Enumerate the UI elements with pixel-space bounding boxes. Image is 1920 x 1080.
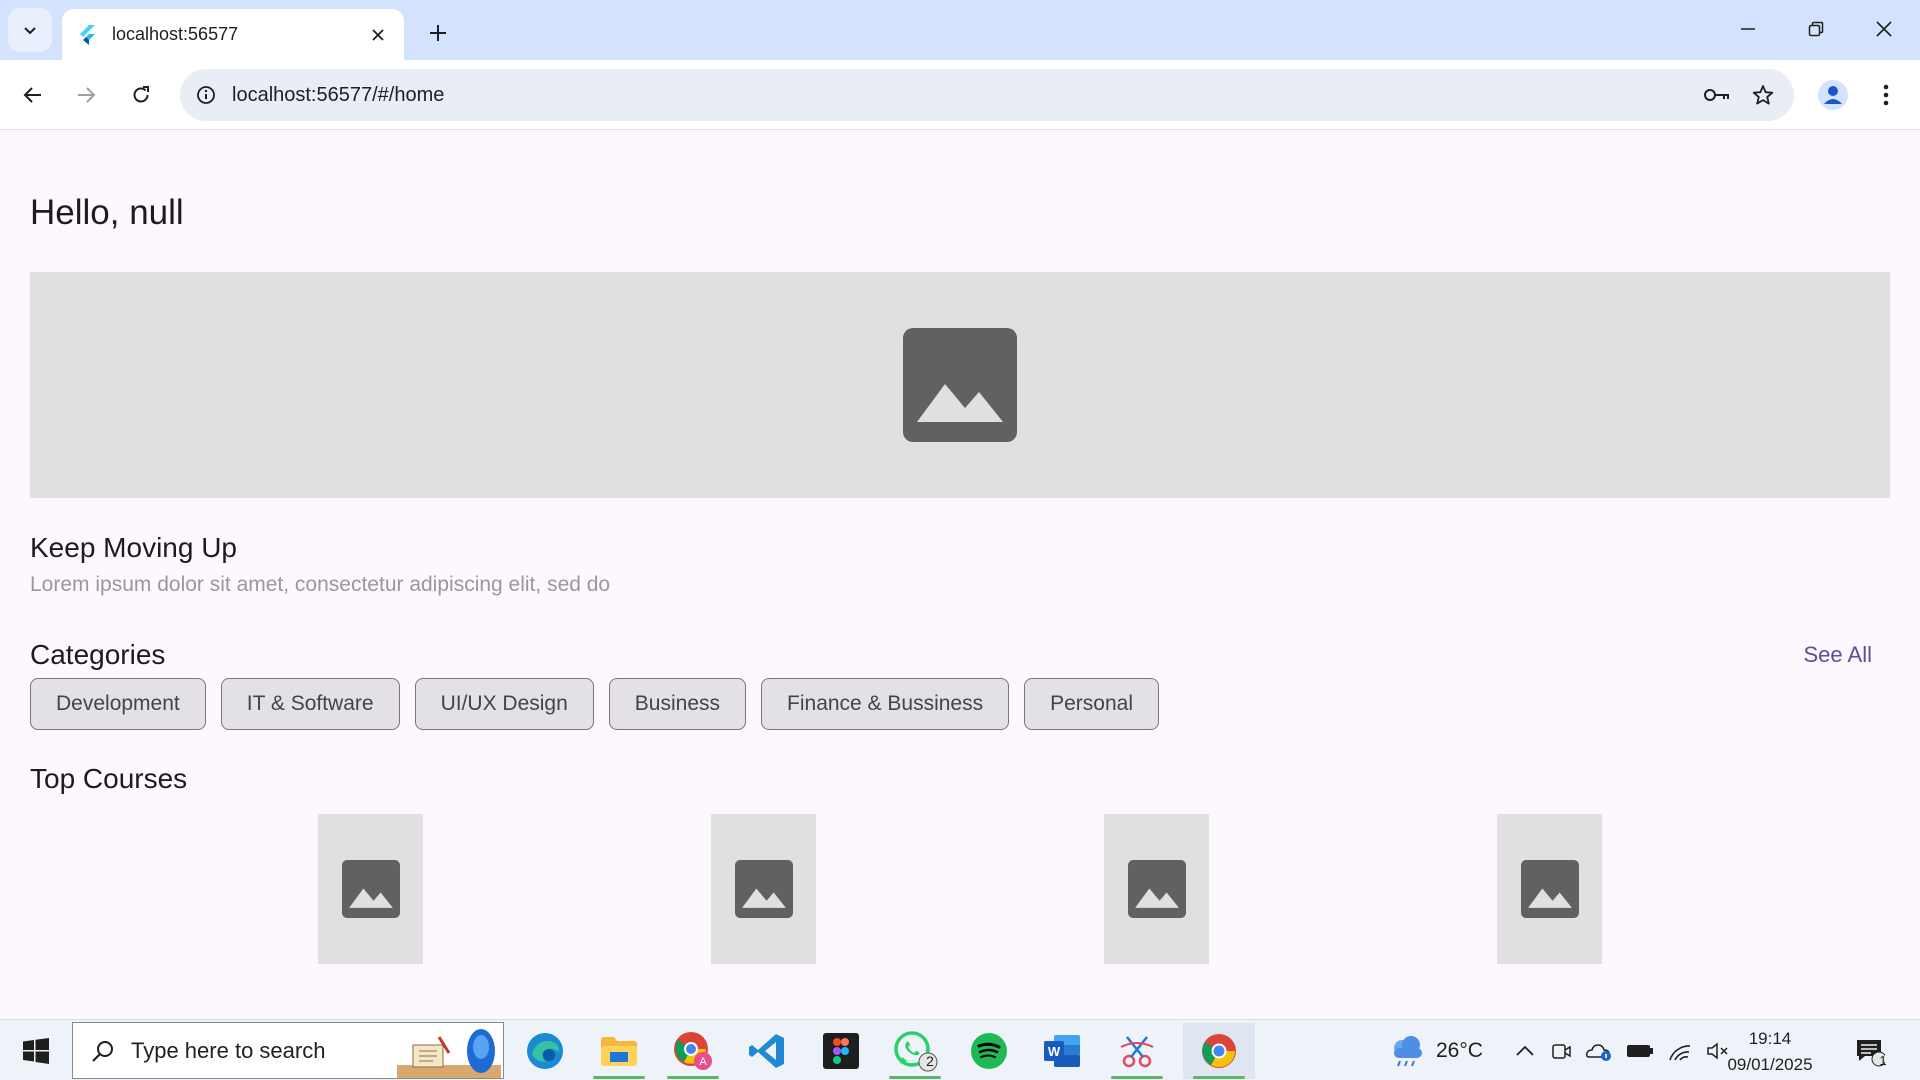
search-icon [92,1040,113,1062]
search-placeholder[interactable]: Type here to search [131,1038,325,1064]
url-text[interactable]: localhost:56577/#/home [232,84,1694,107]
password-key-icon[interactable] [1694,72,1740,118]
windows-logo-icon [23,1038,49,1064]
promo-title: Keep Moving Up [30,532,238,563]
forward-button[interactable] [64,73,108,117]
course-card[interactable] [1104,814,1209,964]
svg-text:A: A [699,1056,707,1068]
clock-date: 09/01/2025 [1727,1055,1813,1074]
browser-toolbar: localhost:56577/#/home [0,60,1920,130]
greeting-heading: Hello, null [30,193,184,232]
temperature: 26°C [1436,1038,1483,1062]
course-card[interactable] [318,814,423,964]
kebab-menu-icon [1883,84,1889,106]
image-placeholder-icon [1127,860,1186,918]
battery-icon[interactable] [1626,1042,1654,1060]
course-card[interactable] [1497,814,1602,964]
start-button[interactable] [10,1028,62,1074]
category-chip-business[interactable]: Business [608,678,747,730]
image-placeholder-icon [1520,860,1579,918]
browser-tab[interactable]: localhost:56577 [62,9,404,60]
image-placeholder-icon [341,860,400,918]
svg-text:W: W [1048,1044,1061,1059]
back-icon [23,87,41,103]
top-courses-heading: Top Courses [30,763,188,794]
reload-button[interactable] [119,73,163,117]
reload-icon [133,86,149,103]
taskbar-app-chrome-profile[interactable]: A [657,1023,729,1079]
taskbar-app-word[interactable]: W [1027,1023,1099,1079]
notification-count: 1 [1879,1053,1887,1068]
minimize-button[interactable] [1720,6,1776,52]
restore-icon [1808,21,1824,37]
new-tab-button[interactable] [420,15,456,51]
taskbar-clock[interactable]: 19:14 09/01/2025 [1720,1026,1820,1078]
promo-subtitle: Lorem ipsum dolor sit amet, consectetur … [30,573,611,596]
onedrive-icon[interactable] [1586,1040,1612,1062]
chevron-up-icon[interactable] [1514,1040,1536,1062]
wifi-icon[interactable] [1668,1040,1692,1062]
figma-icon [823,1033,859,1069]
image-placeholder-icon [903,328,1017,442]
clock-time: 19:14 [1748,1029,1792,1048]
profile-icon [1818,80,1848,110]
vscode-icon [749,1034,784,1068]
category-chip-ui-ux-design[interactable]: UI/UX Design [414,678,594,730]
browser-menu-button[interactable] [1864,73,1908,117]
windows-taskbar: Type here to search A 2 W 26°C 19:14 09/… [0,1019,1920,1080]
folder-icon [601,1037,637,1066]
chevron-down-icon [24,27,36,35]
app-home-page: Hello, null Keep Moving Up Lorem ipsum d… [0,131,1920,1019]
category-chip-it-software[interactable]: IT & Software [220,678,400,730]
taskbar-app-chrome[interactable] [1183,1023,1255,1079]
promo-banner[interactable] [30,272,1890,498]
browser-tabstrip: localhost:56577 [0,0,1920,60]
plus-icon [430,25,446,41]
taskbar-app-file-explorer[interactable] [583,1023,655,1079]
taskbar-app-whatsapp[interactable]: 2 [879,1023,951,1079]
taskbar-app-vscode[interactable] [731,1023,803,1079]
category-chips: Development IT & Software UI/UX Design B… [30,678,1160,730]
search-highlight-illustration [397,1029,501,1078]
taskbar-app-snipping-tool[interactable] [1101,1023,1173,1079]
taskbar-app-spotify[interactable] [953,1023,1025,1079]
category-chip-personal[interactable]: Personal [1024,678,1160,730]
spotify-icon [971,1033,1007,1069]
tab-title: localhost:56577 [112,24,239,44]
site-info-icon[interactable] [180,69,232,121]
word-icon: W [1044,1035,1080,1067]
notification-center-button[interactable]: 1 [1850,1032,1890,1072]
category-chip-development[interactable]: Development [30,678,206,730]
system-tray [1514,1020,1730,1080]
snipping-tool-icon [1120,1036,1154,1068]
see-all-link[interactable]: See All [1804,642,1873,668]
back-button[interactable] [11,73,55,117]
meet-now-icon[interactable] [1550,1040,1572,1062]
tab-search-button[interactable] [8,8,52,52]
image-placeholder-icon [734,860,793,918]
restore-button[interactable] [1788,6,1844,52]
flutter-favicon-icon [76,24,98,46]
categories-heading: Categories [30,639,166,670]
forward-icon [78,87,96,103]
bookmark-star-icon[interactable] [1740,72,1786,118]
whatsapp-badge: 2 [926,1053,934,1069]
profile-button[interactable] [1811,73,1855,117]
weather-widget[interactable]: 26°C [1388,1020,1483,1080]
category-chip-finance-business[interactable]: Finance & Bussiness [761,678,1010,730]
course-card[interactable] [711,814,816,964]
close-window-icon [1876,21,1892,37]
minimize-icon [1741,28,1755,30]
taskbar-app-figma[interactable] [805,1023,877,1079]
tab-close-icon[interactable] [366,23,390,47]
chrome-profile-icon: A [674,1032,712,1070]
chrome-icon [1202,1034,1236,1068]
taskbar-search[interactable]: Type here to search [72,1022,504,1079]
taskbar-app-edge[interactable] [509,1023,581,1079]
address-bar[interactable]: localhost:56577/#/home [180,69,1794,121]
close-window-button[interactable] [1856,6,1912,52]
cloud-rain-icon [1394,1035,1422,1066]
edge-icon [527,1033,563,1069]
